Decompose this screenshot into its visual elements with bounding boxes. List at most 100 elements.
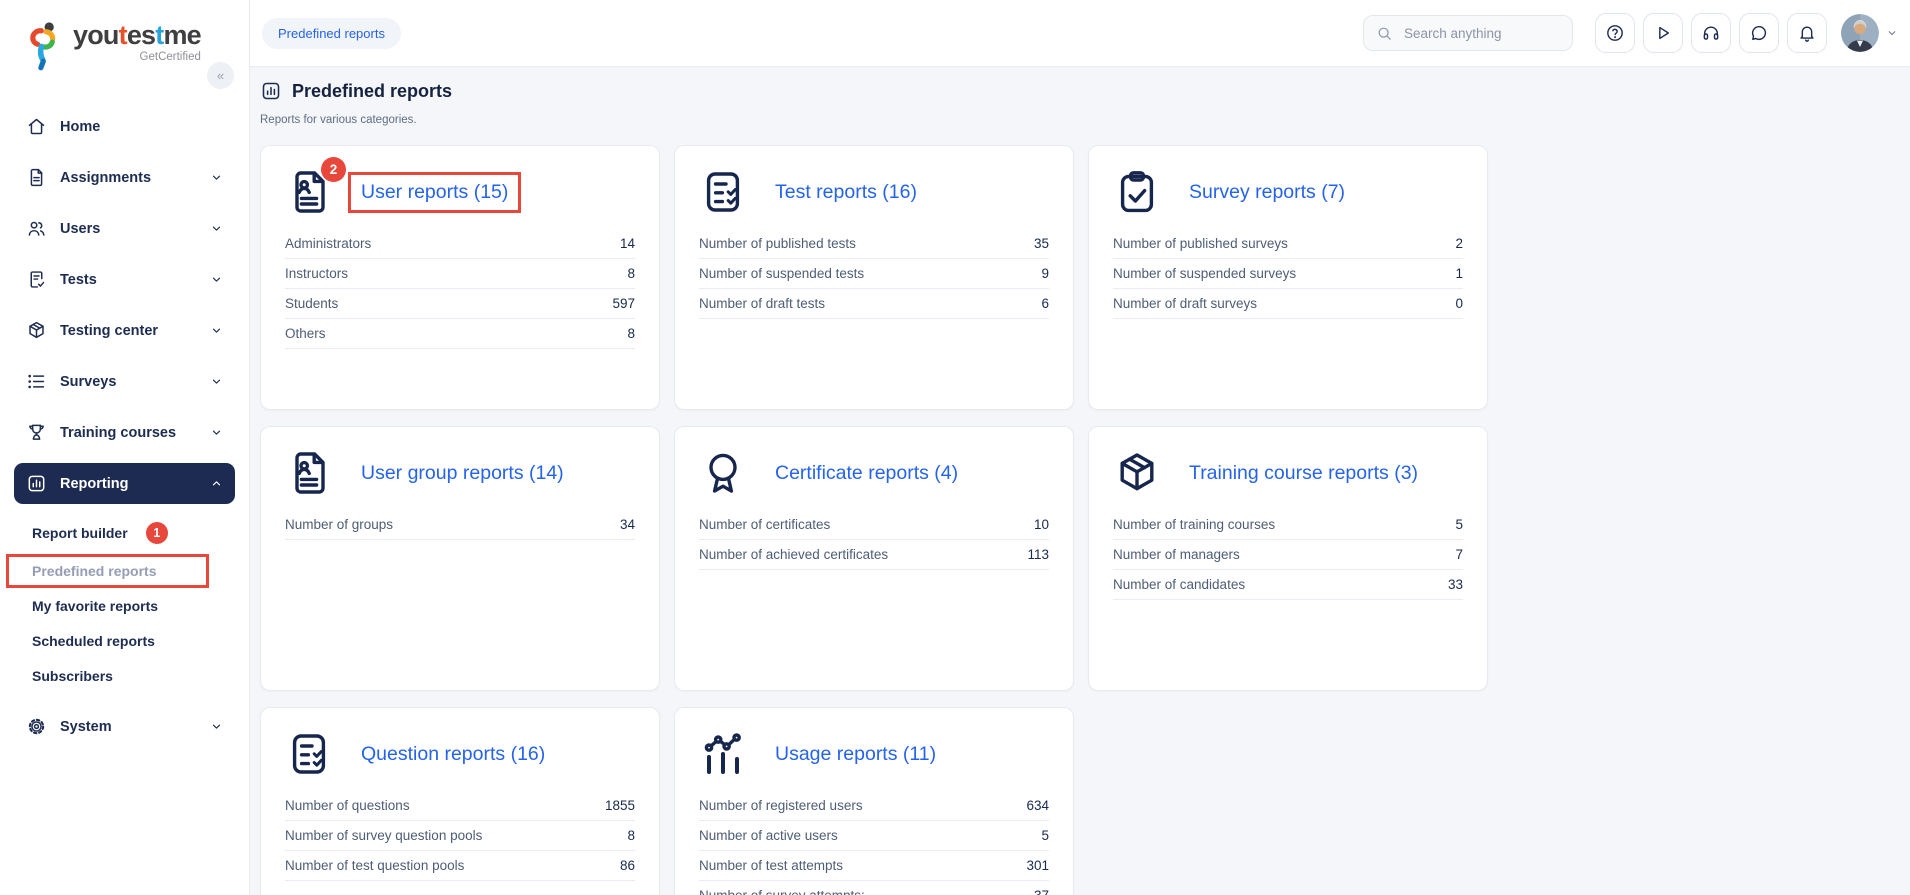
headphones-button[interactable] (1691, 13, 1731, 53)
card-title-link[interactable]: User group reports (14) (361, 462, 564, 485)
stat-label: Number of questions (285, 798, 410, 813)
stat-value: 8 (627, 266, 635, 281)
sidebar-subitem-my-favorite-reports[interactable]: My favorite reports (14, 590, 235, 622)
stat-label: Number of published tests (699, 236, 856, 251)
avatar[interactable] (1841, 14, 1879, 52)
sidebar-subitem-scheduled-reports[interactable]: Scheduled reports (14, 625, 235, 657)
sidebar-nav: Home Assignments Users Tests Testing center S… (0, 106, 249, 747)
chat-icon (1749, 23, 1769, 43)
sidebar-item-assignments[interactable]: Assignments (14, 157, 235, 198)
stat-label: Others (285, 326, 326, 341)
report-card-survey-reports-7: Survey reports (7) Number of published su… (1088, 145, 1488, 410)
card-title-link[interactable]: Test reports (16) (775, 181, 917, 204)
sidebar-item-system[interactable]: System (14, 706, 235, 747)
sidebar-item-label: Users (60, 220, 101, 237)
stat-value: 113 (1027, 547, 1049, 562)
logo-wordmark: youtestme (73, 20, 202, 51)
sidebar-collapse-button[interactable]: « (207, 62, 234, 89)
stat-value: 7 (1455, 547, 1463, 562)
sidebar-item-surveys[interactable]: Surveys (14, 361, 235, 402)
card-title-link[interactable]: Certificate reports (4) (775, 462, 958, 485)
stat-label: Students (285, 296, 339, 311)
breadcrumb[interactable]: Predefined reports (262, 17, 401, 49)
stat-label: Administrators (285, 236, 372, 251)
main-content: Predefined reports Reports for various c… (250, 67, 1910, 895)
stat-rows: Number of questions 1855 Number of survey … (285, 791, 635, 881)
checklist-document-icon (285, 730, 333, 778)
report-card-usage-reports-11: Usage reports (11) Number of registered u… (674, 707, 1074, 895)
sidebar-subitem-predefined-reports[interactable]: Predefined reports (6, 554, 235, 588)
stat-row: Number of achieved certificates 113 (699, 540, 1049, 570)
sidebar-item-label: Reporting (60, 475, 129, 492)
survey-clipboard-icon (1113, 168, 1161, 216)
stat-rows: Administrators 14 Instructors 8 Students 597 O… (285, 229, 635, 349)
sidebar-subitem-label: Scheduled reports (32, 633, 155, 649)
help-button[interactable] (1595, 13, 1635, 53)
stat-label: Number of test question pools (285, 858, 465, 873)
card-header: Question reports (16) (285, 730, 635, 778)
card-header: Test reports (16) (699, 168, 1049, 216)
stat-row: Number of candidates 33 (1113, 570, 1463, 600)
stat-row: Number of draft tests 6 (699, 289, 1049, 319)
card-title-link[interactable]: Question reports (16) (361, 743, 545, 766)
chevron-down-icon (210, 222, 223, 235)
stat-row: Number of test attempts 301 (699, 851, 1049, 881)
card-title-link[interactable]: Usage reports (11) (775, 743, 936, 766)
stat-row: Number of survey question pools 8 (285, 821, 635, 851)
youtestme-logo-icon (27, 20, 64, 72)
bar-chart-icon (26, 473, 47, 494)
stat-value: 9 (1041, 266, 1049, 281)
card-title-link[interactable]: Survey reports (7) (1189, 181, 1345, 204)
sidebar-subitem-subscribers[interactable]: Subscribers (14, 660, 235, 692)
user-menu-chevron-down-icon[interactable] (1886, 27, 1898, 39)
stat-rows: Number of published surveys 2 Number of su… (1113, 229, 1463, 319)
stat-value: 14 (619, 236, 635, 251)
stat-label: Number of suspended tests (699, 266, 865, 281)
report-card-user-reports-15: 2 User reports (15) Administrators 14 Instru… (260, 145, 660, 410)
search-input[interactable] (1402, 24, 1560, 42)
sidebar-subitem-label: Predefined reports (32, 563, 157, 579)
stat-label: Number of draft surveys (1113, 296, 1258, 311)
sidebar-item-reporting[interactable]: Reporting (14, 463, 235, 504)
stat-label: Number of certificates (699, 517, 831, 532)
report-card-test-reports-16: Test reports (16) Number of published tes… (674, 145, 1074, 410)
card-header: Certificate reports (4) (699, 449, 1049, 497)
sidebar-item-tests[interactable]: Tests (14, 259, 235, 300)
reports-chart-icon (260, 80, 282, 102)
sidebar-subitem-report-builder[interactable]: Report builder 1 (14, 514, 235, 552)
stat-row: Number of published surveys 2 (1113, 229, 1463, 259)
stat-value: 2 (1455, 236, 1463, 251)
chevron-up-icon (210, 477, 223, 490)
stat-value: 8 (627, 828, 635, 843)
sidebar-item-testing-center[interactable]: Testing center (14, 310, 235, 351)
stat-value: 35 (1033, 236, 1049, 251)
stat-value: 33 (1447, 577, 1463, 592)
document-icon (26, 167, 47, 188)
chat-button[interactable] (1739, 13, 1779, 53)
sidebar-item-label: Surveys (60, 373, 117, 390)
stat-value: 1 (1455, 266, 1463, 281)
sidebar-item-users[interactable]: Users (14, 208, 235, 249)
stat-label: Number of candidates (1113, 577, 1246, 592)
users-icon (26, 218, 47, 239)
stat-row: Number of suspended surveys 1 (1113, 259, 1463, 289)
stat-label: Number of suspended surveys (1113, 266, 1297, 281)
stat-row: Instructors 8 (285, 259, 635, 289)
card-title-link[interactable]: User reports (15) (348, 171, 522, 213)
sidebar-item-training-courses[interactable]: Training courses (14, 412, 235, 453)
stat-rows: Number of training courses 5 Number of man… (1113, 510, 1463, 600)
bell-button[interactable] (1787, 13, 1827, 53)
stat-row: Number of questions 1855 (285, 791, 635, 821)
graduation-box-icon (26, 320, 47, 341)
stat-row: Administrators 14 (285, 229, 635, 259)
bullet-list-icon (26, 371, 47, 392)
stat-label: Number of test attempts (699, 858, 844, 873)
search-box[interactable] (1363, 15, 1573, 51)
card-title-link[interactable]: Training course reports (3) (1189, 462, 1418, 485)
stat-label: Number of survey attempts: (699, 888, 865, 895)
sidebar-item-home[interactable]: Home (14, 106, 235, 147)
play-button[interactable] (1643, 13, 1683, 53)
stat-label: Number of published surveys (1113, 236, 1288, 251)
annotation-step-badge: 2 (321, 157, 346, 182)
sidebar-item-label: Assignments (60, 169, 152, 186)
